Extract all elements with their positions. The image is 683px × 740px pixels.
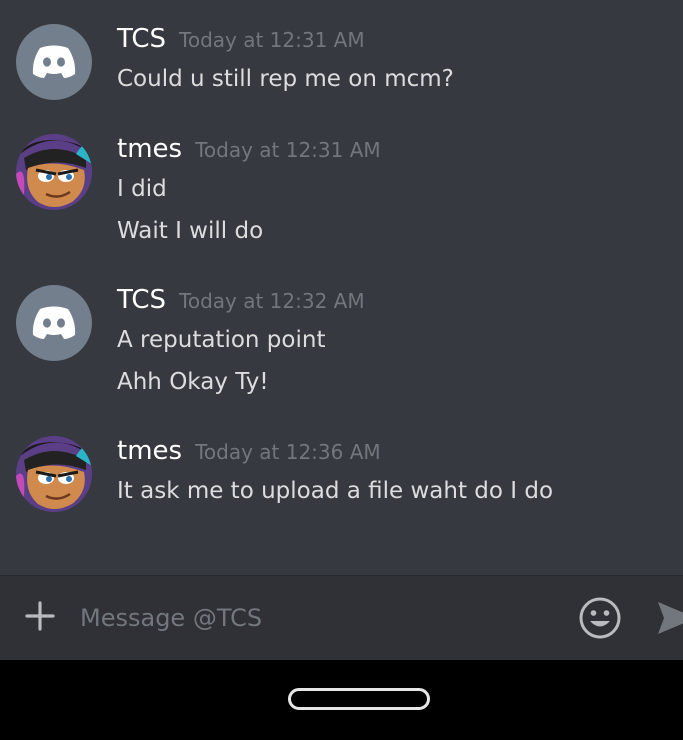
message-text[interactable]: It ask me to upload a file waht do I do xyxy=(117,470,673,512)
message-header: TCS Today at 12:32 AM xyxy=(117,285,673,319)
message-body: tmes Today at 12:36 AM It ask me to uplo… xyxy=(117,436,673,512)
message-header: tmes Today at 12:36 AM xyxy=(117,436,673,470)
discord-default-avatar-icon xyxy=(32,45,76,78)
discord-default-avatar-icon xyxy=(32,306,76,339)
discord-dm-screen: TCS Today at 12:31 AM Could u still rep … xyxy=(0,0,683,740)
message-text[interactable]: I did xyxy=(117,168,673,210)
message-body: TCS Today at 12:32 AM A reputation point… xyxy=(117,285,673,403)
timestamp: Today at 12:32 AM xyxy=(179,289,365,313)
username[interactable]: tmes xyxy=(117,134,182,164)
message-input[interactable] xyxy=(80,598,560,638)
cartoon-avatar xyxy=(16,436,92,512)
message-body: tmes Today at 12:31 AM I did Wait I will… xyxy=(117,134,673,252)
avatar[interactable] xyxy=(16,436,92,512)
message-text[interactable]: Could u still rep me on mcm? xyxy=(117,58,673,100)
message-header: TCS Today at 12:31 AM xyxy=(117,24,673,58)
emoji-button[interactable] xyxy=(578,596,622,640)
message-text[interactable]: Wait I will do xyxy=(117,210,673,252)
send-icon xyxy=(658,602,683,634)
cartoon-avatar xyxy=(16,134,92,210)
emoji-icon xyxy=(579,597,621,639)
message-composer xyxy=(0,575,683,660)
send-button[interactable] xyxy=(656,596,683,640)
avatar[interactable] xyxy=(16,134,92,210)
avatar[interactable] xyxy=(16,285,92,361)
message-text[interactable]: Ahh Okay Ty! xyxy=(117,361,673,403)
username[interactable]: TCS xyxy=(117,24,166,54)
attach-button[interactable] xyxy=(22,598,58,634)
plus-icon xyxy=(25,601,55,631)
timestamp: Today at 12:31 AM xyxy=(195,138,381,162)
system-navigation-bar xyxy=(0,660,683,740)
timestamp: Today at 12:36 AM xyxy=(195,440,381,464)
avatar[interactable] xyxy=(16,24,92,100)
timestamp: Today at 12:31 AM xyxy=(179,28,365,52)
username[interactable]: tmes xyxy=(117,436,182,466)
message-body: TCS Today at 12:31 AM Could u still rep … xyxy=(117,24,673,100)
message-text[interactable]: A reputation point xyxy=(117,319,673,361)
message-list[interactable]: TCS Today at 12:31 AM Could u still rep … xyxy=(0,0,683,575)
home-gesture-pill[interactable] xyxy=(288,688,430,710)
username[interactable]: TCS xyxy=(117,285,166,315)
message-header: tmes Today at 12:31 AM xyxy=(117,134,673,168)
